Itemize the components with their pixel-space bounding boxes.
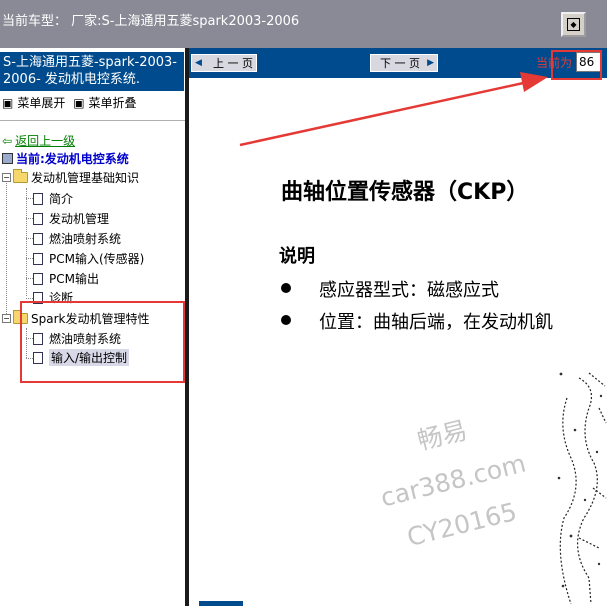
content-pane: ◀ 上 一 页 下 一 页 ▶ 当前为 86 曲轴位置传感器（CKP） 说明 感…	[189, 48, 607, 606]
tree-line	[26, 188, 27, 296]
right-arrow-icon: ▶	[427, 58, 434, 68]
document-icon	[33, 232, 43, 245]
scroll-indicator	[199, 601, 243, 606]
folder-open-icon	[13, 169, 28, 183]
tree-item-label: PCM输入(传感器)	[49, 252, 145, 266]
tree-folder-basics[interactable]: − 发动机管理基础知识	[2, 169, 139, 186]
next-page-button[interactable]: 下 一 页 ▶	[370, 54, 438, 72]
back-link-label: 返回上一级	[15, 134, 76, 148]
tree-item[interactable]: PCM输入(传感器)	[33, 250, 144, 267]
watermark-code: CY20165	[404, 496, 520, 553]
tree-item-label: PCM输出	[49, 272, 99, 286]
tree-item[interactable]: 简介	[33, 190, 73, 207]
section-heading: 说明	[279, 246, 315, 267]
page-highlight-box	[551, 50, 602, 80]
next-page-label: 下 一 页	[380, 57, 420, 70]
menu-expand-link[interactable]: 菜单展开	[17, 96, 65, 110]
bullet-item: 感应器型式：磁感应式	[281, 276, 499, 302]
vehicle-title: 当前车型： 厂家:S-上海通用五菱spark2003-2006	[2, 14, 300, 29]
sidebar-divider	[0, 120, 186, 121]
tree-line	[26, 298, 33, 299]
document-title: 曲轴位置传感器（CKP）	[281, 180, 529, 205]
window-toggle-button[interactable]: ◆	[561, 12, 586, 37]
current-location-label: 当前:发动机电控系统	[16, 152, 129, 166]
menu-controls: ▣ 菜单展开 ▣ 菜单折叠	[2, 94, 141, 111]
tree-line	[26, 238, 33, 239]
crankshaft-sketch	[557, 372, 607, 605]
tree-line	[6, 183, 7, 320]
tree-line	[26, 218, 33, 219]
tree-item-label: 简介	[49, 192, 74, 206]
restore-icon: ◆	[567, 18, 580, 31]
watermark-brand: 畅易	[414, 415, 471, 456]
computer-icon	[2, 153, 13, 164]
menu-collapse-link[interactable]: 菜单折叠	[89, 96, 137, 110]
tree-item-label: 燃油喷射系统	[49, 232, 122, 246]
collapse-toggle-icon[interactable]: −	[2, 314, 11, 323]
tree-item[interactable]: 发动机管理	[33, 210, 109, 227]
document-icon	[33, 272, 43, 285]
sidebar-header: S-上海通用五菱-spark-2003-2006- 发动机电控系统.	[0, 52, 184, 91]
tree-line	[26, 198, 33, 199]
tree-item[interactable]: 燃油喷射系统	[33, 230, 121, 247]
bullet-dot	[281, 315, 291, 325]
expand-icon: ▣	[2, 96, 14, 110]
document-icon	[33, 252, 43, 265]
tree-item[interactable]: PCM输出	[33, 270, 99, 287]
sidebar: S-上海通用五菱-spark-2003-2006- 发动机电控系统. ▣ 菜单展开…	[0, 48, 186, 606]
document-icon	[33, 192, 43, 205]
prev-page-label: 上 一 页	[213, 57, 253, 70]
bullet-text: 位置：曲轴后端，在发动机飢	[319, 312, 553, 333]
prev-page-button[interactable]: ◀ 上 一 页	[191, 54, 257, 72]
top-bar: 当前车型： 厂家:S-上海通用五菱spark2003-2006 ◆	[0, 0, 607, 48]
back-arrow-icon: ⇦	[2, 134, 13, 148]
document-icon	[33, 212, 43, 225]
tree-line	[26, 278, 33, 279]
left-arrow-icon: ◀	[195, 58, 202, 68]
highlight-box	[20, 301, 185, 383]
bullet-text: 感应器型式：磁感应式	[319, 280, 499, 301]
current-location: 当前:发动机电控系统	[2, 150, 129, 167]
page-navbar: ◀ 上 一 页 下 一 页 ▶ 当前为 86	[189, 48, 607, 78]
collapse-icon: ▣	[73, 96, 85, 110]
bullet-dot	[281, 283, 291, 293]
tree-folder-label: 发动机管理基础知识	[31, 171, 140, 185]
tree-item-label: 发动机管理	[49, 212, 110, 226]
bullet-item: 位置：曲轴后端，在发动机飢	[281, 308, 553, 334]
tree-line	[26, 258, 33, 259]
back-link[interactable]: ⇦ 返回上一级	[2, 132, 75, 149]
collapse-toggle-icon[interactable]: −	[2, 173, 11, 182]
